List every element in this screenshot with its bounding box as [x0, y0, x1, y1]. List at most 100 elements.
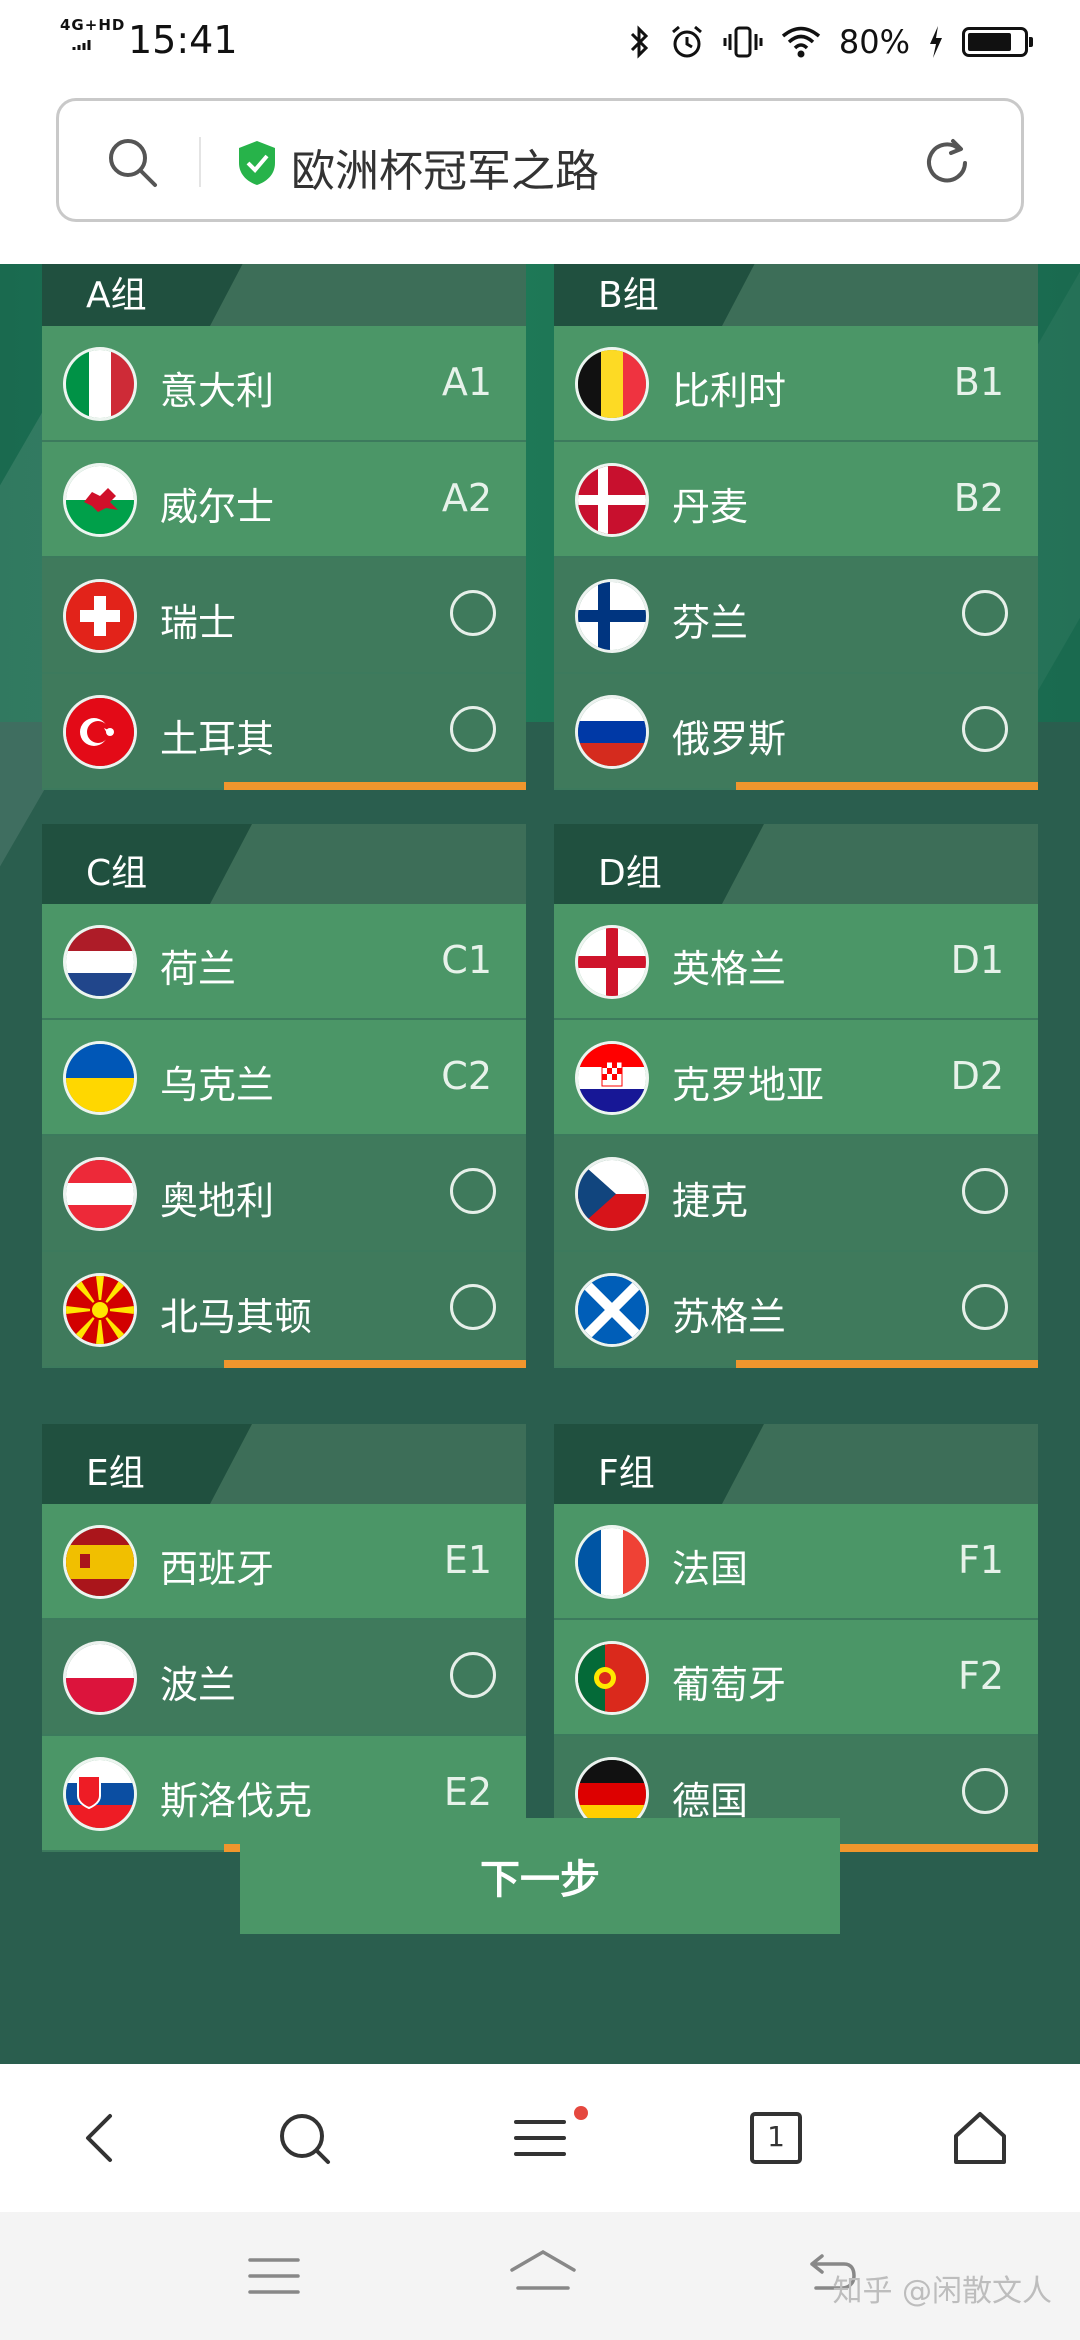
group-accent-line — [224, 1360, 526, 1368]
menu-icon[interactable] — [510, 2108, 570, 2168]
team-name: 葡萄牙 — [672, 1663, 787, 1707]
team-row[interactable]: 意大利 A1 — [42, 326, 526, 442]
group-name: C组 — [86, 853, 148, 894]
team-name: 比利时 — [672, 369, 787, 413]
group-header: E组 — [42, 1424, 526, 1504]
team-name: 土耳其 — [160, 717, 275, 761]
group-header-tab — [554, 1424, 764, 1504]
group-header: F组 — [554, 1424, 1038, 1504]
poland-flag-icon — [66, 1644, 134, 1712]
team-name: 荷兰 — [160, 947, 237, 991]
address-divider — [199, 137, 201, 187]
team-position: D1 — [950, 938, 1004, 982]
team-row[interactable]: 英格兰 D1 — [554, 904, 1038, 1020]
select-radio[interactable] — [962, 1284, 1008, 1330]
team-row[interactable]: 荷兰 C1 — [42, 904, 526, 1020]
group-accent-line — [736, 782, 1038, 790]
home-icon[interactable] — [950, 2108, 1010, 2168]
select-radio[interactable] — [962, 590, 1008, 636]
group-card-6: F组法国 F1 葡萄牙 F2 德国 — [554, 1424, 1038, 1852]
address-bar[interactable]: 欧洲杯冠军之路 — [56, 98, 1024, 222]
netherlands-flag-icon — [66, 928, 134, 996]
denmark-flag-icon — [578, 466, 646, 534]
group-accent-line — [736, 1360, 1038, 1368]
team-name: 苏格兰 — [672, 1295, 787, 1339]
team-name: 丹麦 — [672, 485, 749, 529]
team-row[interactable]: 苏格兰 — [554, 1252, 1038, 1368]
croatia-flag-icon — [578, 1044, 646, 1112]
select-radio[interactable] — [450, 1652, 496, 1698]
select-radio[interactable] — [450, 706, 496, 752]
group-header-tab — [42, 1424, 252, 1504]
czech-flag-icon — [578, 1160, 646, 1228]
notification-dot — [574, 2106, 588, 2120]
groups-scroll-area[interactable]: A组 意大利 A1 威尔士 A2 瑞士 土耳其 B组 比利时 B1 丹麦 B2 芬兰 俄罗斯 C组 荷兰 C1 乌… — [0, 264, 1080, 2064]
watermark: 知乎 @闲散文人 — [832, 2274, 1052, 2309]
team-position: E2 — [443, 1770, 492, 1814]
tab-count: 1 — [767, 2120, 785, 2153]
team-row[interactable]: 捷克 — [554, 1136, 1038, 1252]
team-position: E1 — [443, 1538, 492, 1582]
browser-toolbar: 欧洲杯冠军之路 — [0, 86, 1080, 264]
team-name: 波兰 — [160, 1663, 237, 1707]
belgium-flag-icon — [578, 350, 646, 418]
team-row[interactable]: 葡萄牙 F2 — [554, 1620, 1038, 1736]
team-row[interactable]: 土耳其 — [42, 674, 526, 790]
team-row[interactable]: 威尔士 A2 — [42, 442, 526, 558]
team-row[interactable]: 俄罗斯 — [554, 674, 1038, 790]
status-icons: 80% — [629, 20, 1033, 64]
search-icon[interactable] — [105, 135, 159, 189]
team-row[interactable]: 波兰 — [42, 1620, 526, 1736]
select-radio[interactable] — [450, 1284, 496, 1330]
battery-percent: 80% — [838, 23, 910, 61]
next-step-button[interactable]: 下一步 — [240, 1818, 840, 1934]
select-radio[interactable] — [962, 1168, 1008, 1214]
team-row[interactable]: 克罗地亚 D2 — [554, 1020, 1038, 1136]
battery-icon — [962, 27, 1033, 57]
system-navigation-bar: 知乎 @闲散文人 — [0, 2212, 1080, 2340]
team-row[interactable]: 比利时 B1 — [554, 326, 1038, 442]
team-row[interactable]: 西班牙 E1 — [42, 1504, 526, 1620]
team-name: 威尔士 — [160, 485, 275, 529]
group-card-5: E组 西班牙 E1 波兰 斯洛伐克 E2 — [42, 1424, 526, 1852]
group-card-4: D组 英格兰 D1 克罗地亚 D2 捷克苏格兰 — [554, 824, 1038, 1368]
team-position: A2 — [441, 476, 492, 520]
select-radio[interactable] — [450, 1168, 496, 1214]
select-radio[interactable] — [962, 706, 1008, 752]
recent-apps-icon[interactable] — [244, 2248, 304, 2304]
finland-flag-icon — [578, 582, 646, 650]
team-position: B2 — [953, 476, 1004, 520]
reload-icon[interactable] — [919, 135, 975, 191]
address-text[interactable]: 欧洲杯冠军之路 — [291, 135, 599, 199]
group-header: D组 — [554, 824, 1038, 904]
search-icon[interactable] — [274, 2108, 334, 2168]
team-name: 俄罗斯 — [672, 717, 787, 761]
team-position: F1 — [957, 1538, 1004, 1582]
team-name: 瑞士 — [160, 601, 237, 645]
team-row[interactable]: 法国 F1 — [554, 1504, 1038, 1620]
team-row[interactable]: 丹麦 B2 — [554, 442, 1038, 558]
team-name: 意大利 — [160, 369, 275, 413]
select-radio[interactable] — [962, 1768, 1008, 1814]
alarm-icon — [671, 25, 702, 58]
team-name: 德国 — [672, 1779, 749, 1823]
team-row[interactable]: 瑞士 — [42, 558, 526, 674]
group-name: B组 — [598, 275, 659, 316]
team-row[interactable]: 奥地利 — [42, 1136, 526, 1252]
team-name: 法国 — [672, 1547, 749, 1591]
home-system-icon[interactable] — [508, 2248, 578, 2304]
team-row[interactable]: 北马其顿 — [42, 1252, 526, 1368]
signal-icon — [72, 40, 91, 50]
team-position: A1 — [441, 360, 492, 404]
group-accent-line — [224, 782, 526, 790]
group-card-3: C组荷兰 C1 乌克兰 C2 奥地利 北马其顿 — [42, 824, 526, 1368]
team-row[interactable]: 乌克兰 C2 — [42, 1020, 526, 1136]
team-row[interactable]: 芬兰 — [554, 558, 1038, 674]
tabs-button[interactable]: 1 — [746, 2108, 806, 2168]
secure-shield-icon — [239, 141, 275, 185]
select-radio[interactable] — [450, 590, 496, 636]
back-icon[interactable] — [72, 2108, 132, 2168]
team-name: 乌克兰 — [160, 1063, 275, 1107]
status-bar: 4G+HD 15:41 80% — [0, 0, 1080, 86]
ukraine-flag-icon — [66, 1044, 134, 1112]
